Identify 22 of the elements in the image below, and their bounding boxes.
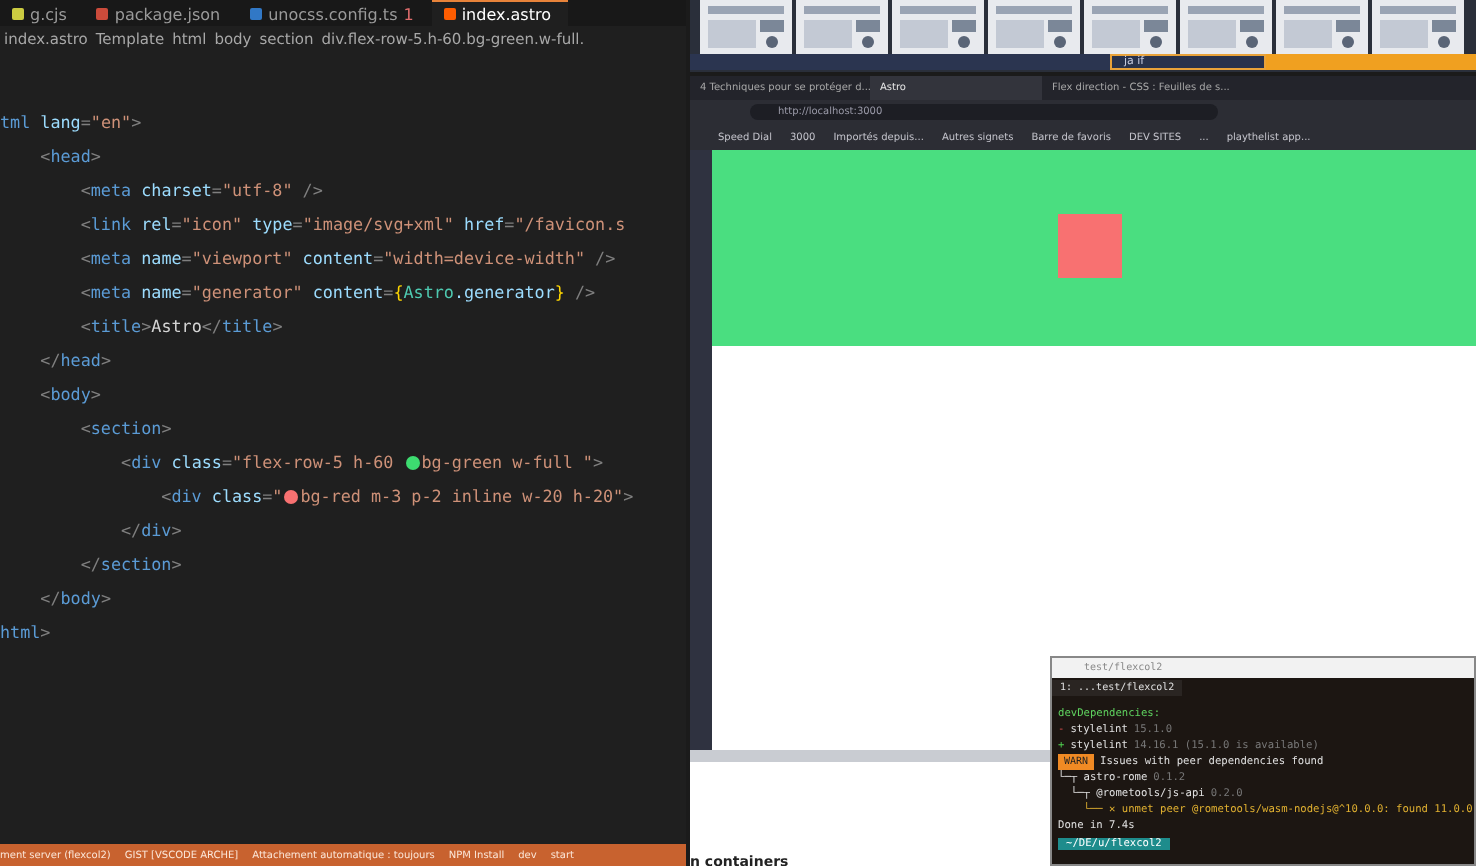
file-icon	[96, 8, 109, 20]
code-line: </head>	[38, 348, 113, 374]
code-line: <head>	[38, 144, 103, 170]
code-line: html>	[0, 620, 53, 646]
code-line: </body>	[38, 586, 113, 612]
code-line: <title>Astro</title>	[78, 314, 285, 340]
file-icon	[443, 8, 456, 20]
editor-tab[interactable]: index.astro	[431, 0, 569, 26]
code-line: <body>	[38, 382, 103, 408]
code-line: tml lang="en">	[0, 110, 144, 136]
code-line: <div class="flex-row-5 h-60 bg-green w-full ">	[119, 450, 605, 476]
inline-block	[1058, 214, 1122, 278]
code-line: </div>	[119, 518, 184, 544]
code-line: <link rel="icon" type="image/svg+xml" href="/favicon.s	[78, 212, 628, 238]
file-icon	[12, 8, 24, 20]
code-line: <div class=" bg-red m-3 p-2 inline w-20 h-20">	[159, 484, 636, 510]
code-line: <section>	[78, 416, 174, 442]
code-line: <meta name="viewport" content="width=device-width" />	[78, 246, 618, 272]
code-line: <meta charset="utf-8" />	[78, 178, 325, 204]
code-line: </section>	[78, 552, 184, 578]
file-icon	[250, 8, 263, 20]
code-line: <meta name="generator" content={Astro.generator} />	[78, 280, 598, 306]
